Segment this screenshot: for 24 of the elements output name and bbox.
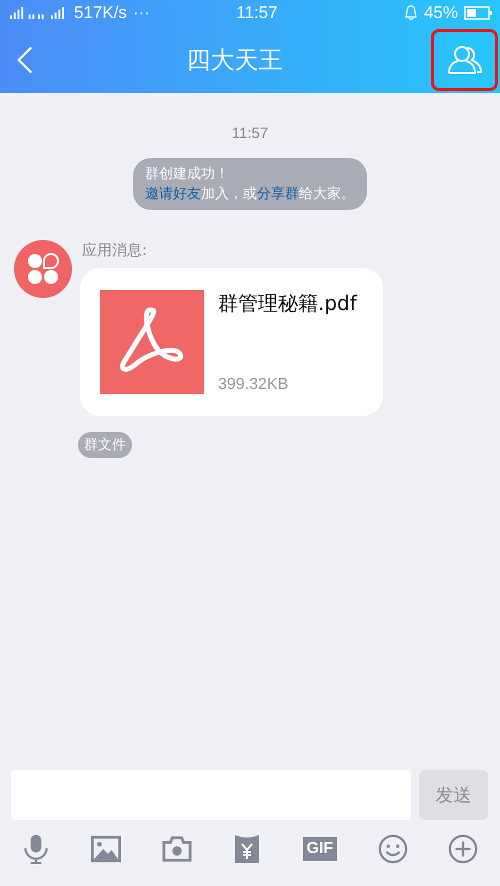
file-name: 群管理秘籍.pdf — [218, 290, 357, 316]
battery-percent: 45% — [424, 3, 458, 23]
message-time: 11:57 — [232, 125, 268, 142]
file-message-bubble[interactable]: 群管理秘籍.pdf 399.32KB — [80, 268, 383, 416]
pdf-icon — [100, 290, 204, 394]
members-button[interactable] — [431, 28, 498, 90]
app-avatar-icon[interactable] — [14, 240, 72, 298]
camera-icon[interactable] — [162, 834, 192, 864]
people-icon — [446, 44, 482, 74]
sender-name: 应用消息: — [82, 241, 148, 260]
back-icon — [16, 44, 34, 74]
bell-icon — [404, 5, 418, 21]
image-icon[interactable] — [91, 834, 122, 864]
file-size: 399.32KB — [218, 376, 290, 394]
status-time: 11:57 — [236, 3, 279, 23]
plus-icon[interactable] — [448, 834, 478, 864]
chat-title: 四大天王 — [186, 44, 282, 76]
system-notice: 群创建成功！ 邀请好友加入，或分享群给大家。 — [133, 158, 367, 210]
network-speed: 517K/s — [74, 3, 127, 23]
battery-icon — [464, 6, 492, 20]
more-indicator: ··· — [132, 3, 150, 23]
group-file-tag[interactable]: 群文件 — [78, 432, 132, 458]
gif-button[interactable]: GIF — [302, 837, 338, 861]
smiley-icon[interactable] — [378, 834, 408, 864]
